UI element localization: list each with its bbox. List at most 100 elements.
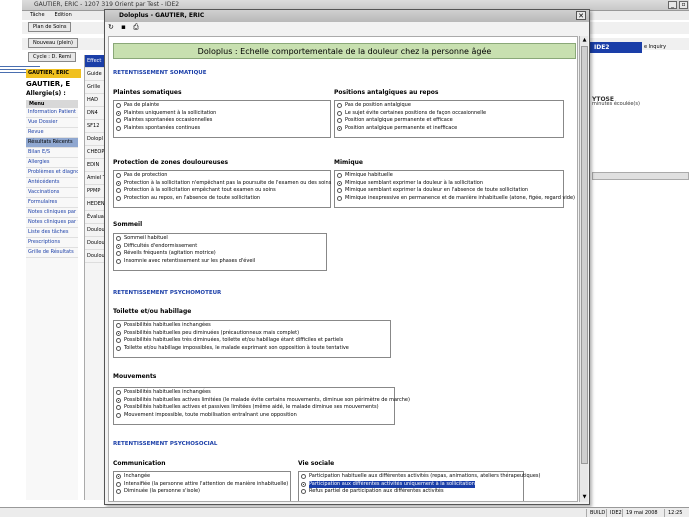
dialog-close-icon[interactable]: ✕ (576, 11, 586, 20)
radio-option[interactable]: Intensifiée (la personne attire l'attent… (116, 481, 288, 489)
radio-button-icon[interactable] (116, 173, 121, 179)
radio-button-icon[interactable] (116, 243, 121, 249)
radio-button-icon[interactable] (116, 180, 121, 186)
radio-option[interactable]: Plaintes spontanées occasionnelles (116, 117, 328, 125)
radio-option[interactable]: Mimique habituelle (337, 172, 561, 180)
menu-item[interactable]: Liste des tâches (26, 228, 78, 238)
cycle-button[interactable]: Cycle : D. Remi (28, 52, 77, 62)
radio-button-icon[interactable] (116, 390, 121, 396)
radio-button-icon[interactable] (337, 118, 342, 124)
inquiry-link[interactable]: e Inquiry (642, 42, 689, 53)
plan-soins-button[interactable]: Plan de Soins (28, 22, 72, 32)
radio-button-icon[interactable] (116, 489, 121, 495)
radio-button-icon[interactable] (116, 118, 121, 124)
nouveau-button[interactable]: Nouveau (plein) (28, 38, 78, 48)
radio-option[interactable]: Sommeil habituel (116, 235, 324, 243)
radio-button-icon[interactable] (116, 323, 121, 329)
radio-button-icon[interactable] (116, 188, 121, 194)
radio-option[interactable]: Refus partiel de participation aux diffé… (301, 488, 521, 496)
radio-option[interactable]: Possibilités habituelles inchangées (116, 322, 388, 330)
menu-item[interactable]: Notes cliniques par (26, 208, 78, 218)
radio-button-icon[interactable] (116, 338, 121, 344)
radio-option[interactable]: Mimique inexpressive en permanence et de… (337, 195, 575, 203)
menu-tache[interactable]: Tâche (30, 11, 45, 20)
radio-button-icon[interactable] (116, 345, 121, 351)
radio-option[interactable]: Possibilités habituelles très diminuées,… (116, 337, 388, 345)
radio-option[interactable]: Inchangée (116, 473, 288, 481)
radio-button-icon[interactable] (337, 110, 342, 116)
menu-item[interactable]: Formulaires (26, 198, 78, 208)
radio-option[interactable]: Participation aux différentes activités … (301, 480, 521, 488)
radio-button-icon[interactable] (337, 195, 342, 201)
maximize-icon[interactable]: ▫ (679, 1, 688, 9)
right-tab[interactable]: IDE2 (590, 42, 642, 53)
radio-button-icon[interactable] (337, 103, 342, 109)
horizontal-scrollbar[interactable] (592, 172, 689, 180)
radio-option[interactable]: Position antalgique permanente et effica… (337, 117, 561, 125)
radio-button-icon[interactable] (116, 481, 121, 487)
print-icon[interactable]: ⎙ (133, 23, 139, 31)
radio-button-icon[interactable] (301, 474, 306, 480)
radio-button-icon[interactable] (337, 125, 342, 131)
radio-button-icon[interactable] (116, 330, 121, 336)
scroll-down-icon[interactable]: ▼ (580, 493, 589, 502)
minimize-icon[interactable]: _ (668, 1, 677, 9)
menu-item[interactable]: Résultats Récents (26, 138, 78, 148)
radio-button-icon[interactable] (337, 180, 342, 186)
radio-option[interactable]: Protection au repos, en l'absence de tou… (116, 195, 328, 203)
radio-option[interactable]: Pas de plainte (116, 102, 328, 110)
menu-item[interactable]: Antécédents (26, 178, 78, 188)
radio-button-icon[interactable] (116, 110, 121, 116)
radio-option[interactable]: Insomnie avec retentissement sur les pha… (116, 258, 324, 266)
radio-option[interactable]: Pas de protection (116, 172, 328, 180)
radio-button-icon[interactable] (116, 258, 121, 264)
menu-item[interactable]: Vaccinations (26, 188, 78, 198)
radio-button-icon[interactable] (301, 489, 306, 495)
menu-item[interactable]: Prescriptions (26, 238, 78, 248)
radio-button-icon[interactable] (116, 195, 121, 201)
scroll-up-icon[interactable]: ▲ (580, 36, 589, 45)
radio-option[interactable]: Possibilités habituelles actives et pass… (116, 404, 392, 412)
menu-item[interactable]: Bilan E/S (26, 148, 78, 158)
radio-option[interactable]: Plaintes uniquement à la sollicitation (116, 110, 328, 118)
radio-button-icon[interactable] (116, 251, 121, 257)
radio-option[interactable]: Possibilités habituelles inchangées (116, 389, 392, 397)
menu-item[interactable]: Revue (26, 128, 78, 138)
radio-option[interactable]: Position antalgique permanente et ineffi… (337, 125, 561, 133)
refresh-icon[interactable]: ↻ (108, 23, 114, 31)
radio-button-icon[interactable] (116, 397, 121, 403)
menu-item[interactable]: Notes cliniques par t (26, 218, 78, 228)
radio-option[interactable]: Le sujet évite certaines positions de fa… (337, 110, 561, 118)
radio-option[interactable]: Possibilités habituelles peu diminuées (… (116, 330, 388, 338)
radio-option[interactable]: Mimique semblant exprimer la douleur en … (337, 187, 561, 195)
scroll-thumb[interactable] (581, 46, 588, 464)
radio-option[interactable]: Réveils fréquents (agitation motrice) (116, 250, 324, 258)
radio-option[interactable]: Participation habituelle aux différentes… (301, 473, 540, 481)
menu-item[interactable]: Allergies (26, 158, 78, 168)
menu-item[interactable]: Problèmes et diagno (26, 168, 78, 178)
radio-option[interactable]: Protection à la sollicitation n'empêchan… (116, 180, 331, 188)
menu-item[interactable]: Grille de Résultats (26, 248, 78, 258)
radio-option[interactable]: Diminuée (la personne s'isole) (116, 488, 288, 496)
radio-button-icon[interactable] (116, 103, 121, 109)
radio-option[interactable]: Mouvement impossible, toute mobilisation… (116, 412, 392, 420)
radio-option[interactable]: Mimique semblant exprimer la douleur à l… (337, 180, 561, 188)
radio-button-icon[interactable] (116, 236, 121, 242)
radio-button-icon[interactable] (116, 405, 121, 411)
radio-option[interactable]: Difficultés d'endormissement (116, 243, 324, 251)
radio-option[interactable]: Possibilités habituelles actives limitée… (116, 397, 410, 405)
radio-button-icon[interactable] (337, 173, 342, 179)
radio-option[interactable]: Protection à la sollicitation empêchant … (116, 187, 328, 195)
save-icon[interactable]: ▪ (121, 23, 126, 31)
radio-button-icon[interactable] (301, 481, 306, 487)
menu-item[interactable]: Information Patient (26, 108, 78, 118)
radio-button-icon[interactable] (116, 125, 121, 131)
radio-button-icon[interactable] (337, 188, 342, 194)
radio-button-icon[interactable] (116, 474, 121, 480)
radio-option[interactable]: Toilette et/ou habillage impossibles, le… (116, 345, 388, 353)
radio-option[interactable]: Plaintes spontanées continues (116, 125, 328, 133)
menu-edition[interactable]: Edition (54, 11, 71, 20)
radio-option[interactable]: Pas de position antalgique (337, 102, 561, 110)
menu-item[interactable]: Vue Dossier (26, 118, 78, 128)
radio-button-icon[interactable] (116, 412, 121, 418)
